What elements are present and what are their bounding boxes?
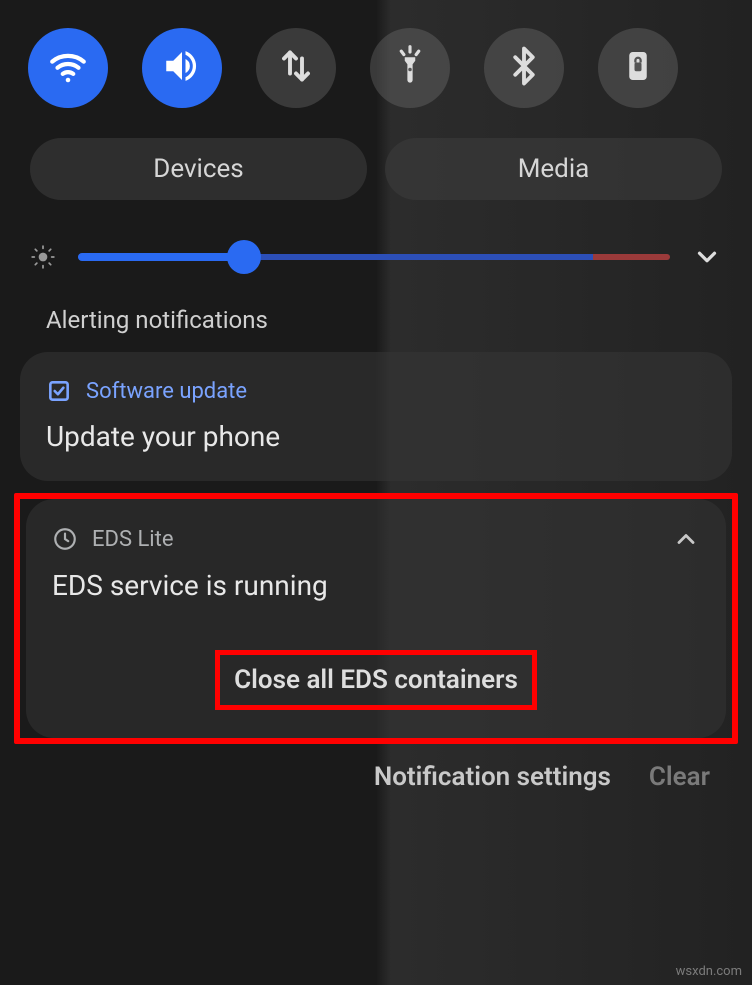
notification-eds-lite[interactable]: EDS Lite EDS service is running Close al… (26, 499, 726, 738)
expand-quick-settings[interactable] (692, 242, 722, 272)
brightness-row (0, 220, 752, 306)
bluetooth-tile[interactable] (484, 28, 564, 108)
brightness-slider[interactable] (78, 247, 670, 267)
notification-highlight: EDS Lite EDS service is running Close al… (14, 493, 738, 744)
lock-rotation-icon (617, 45, 659, 91)
flashlight-icon (389, 45, 431, 91)
devices-button[interactable]: Devices (30, 138, 367, 200)
data-transfer-icon (278, 48, 314, 88)
close-all-eds-containers-button[interactable]: Close all EDS containers (215, 650, 537, 710)
bluetooth-icon (503, 45, 545, 91)
collapse-notification[interactable] (672, 525, 700, 553)
media-label: Media (518, 154, 590, 184)
volume-icon (161, 45, 203, 91)
brightness-icon (30, 244, 56, 270)
mobile-data-tile[interactable] (256, 28, 336, 108)
quick-settings-buttons: Devices Media (0, 126, 752, 220)
devices-label: Devices (153, 154, 243, 184)
software-update-app-icon (46, 378, 72, 404)
watermark: wsxdn.com (676, 964, 742, 979)
action-label: Close all EDS containers (234, 665, 518, 695)
clear-notifications-button[interactable]: Clear (649, 762, 710, 792)
section-label: Alerting notifications (0, 306, 752, 352)
notification-title: EDS service is running (52, 569, 700, 602)
notification-app-name: EDS Lite (92, 527, 174, 552)
notification-software-update[interactable]: Software update Update your phone (20, 352, 732, 481)
quick-settings-row (0, 0, 752, 126)
notification-settings-link[interactable]: Notification settings (374, 762, 611, 792)
notification-title: Update your phone (46, 420, 706, 453)
rotation-lock-tile[interactable] (598, 28, 678, 108)
brightness-thumb[interactable] (227, 240, 261, 274)
wifi-icon (47, 45, 89, 91)
notification-footer: Notification settings Clear (0, 762, 752, 792)
media-button[interactable]: Media (385, 138, 722, 200)
eds-lite-app-icon (52, 526, 78, 552)
flashlight-tile[interactable] (370, 28, 450, 108)
wifi-tile[interactable] (28, 28, 108, 108)
sound-tile[interactable] (142, 28, 222, 108)
notification-app-name: Software update (86, 379, 247, 404)
